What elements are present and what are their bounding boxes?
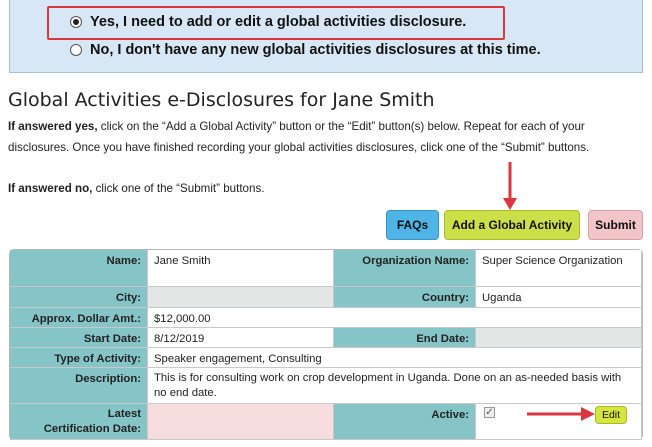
instructions-no: If answered no, click one of the “Submit… — [8, 178, 644, 199]
name-value: Jane Smith — [148, 250, 334, 287]
submit-button[interactable]: Submit — [588, 210, 643, 240]
option-yes[interactable]: Yes, I need to add or edit a global acti… — [70, 14, 466, 30]
description-label: Description: — [10, 368, 148, 404]
active-label: Active: — [334, 404, 476, 440]
arrow-down-icon — [503, 162, 517, 210]
page-title: Global Activities e-Disclosures for Jane… — [8, 89, 435, 111]
organization-label: Organization Name: — [334, 250, 476, 287]
instructions-no-prefix: If answered no, — [8, 182, 93, 195]
activity-type-value: Speaker engagement, Consulting — [148, 348, 642, 368]
end-date-label: End Date: — [334, 328, 476, 348]
city-value — [148, 287, 334, 308]
start-date-label: Start Date: — [10, 328, 148, 348]
instructions-yes: If answered yes, click on the “Add a Glo… — [8, 116, 644, 158]
arrow-right-icon — [527, 407, 595, 421]
edit-button[interactable]: Edit — [595, 406, 627, 424]
city-label: City: — [10, 287, 148, 308]
start-date-value: 8/12/2019 — [148, 328, 334, 348]
option-yes-label: Yes, I need to add or edit a global acti… — [90, 14, 467, 30]
instructions-no-text: click one of the “Submit” buttons. — [92, 182, 265, 195]
add-global-activity-button[interactable]: Add a Global Activity — [444, 210, 580, 240]
amount-value: $12,000.00 — [148, 308, 642, 328]
country-value: Uganda — [476, 287, 642, 308]
radio-no[interactable] — [70, 44, 82, 56]
option-no[interactable]: No, I don't have any new global activiti… — [70, 42, 541, 58]
amount-label: Approx. Dollar Amt.: — [10, 308, 148, 328]
faqs-button[interactable]: FAQs — [386, 210, 439, 240]
certification-date-value — [148, 404, 334, 440]
organization-value: Super Science Organization — [476, 250, 642, 287]
name-label: Name: — [10, 250, 148, 287]
certification-date-label: Latest Certification Date: — [10, 404, 148, 440]
option-no-label: No, I don't have any new global activiti… — [90, 42, 541, 58]
description-value: This is for consulting work on crop deve… — [148, 368, 642, 404]
instructions-yes-prefix: If answered yes, — [8, 120, 98, 133]
end-date-value — [476, 328, 642, 348]
activity-type-label: Type of Activity: — [10, 348, 148, 368]
country-label: Country: — [334, 287, 476, 308]
active-checkbox[interactable]: ✓ — [484, 407, 495, 418]
radio-yes[interactable] — [70, 16, 82, 28]
